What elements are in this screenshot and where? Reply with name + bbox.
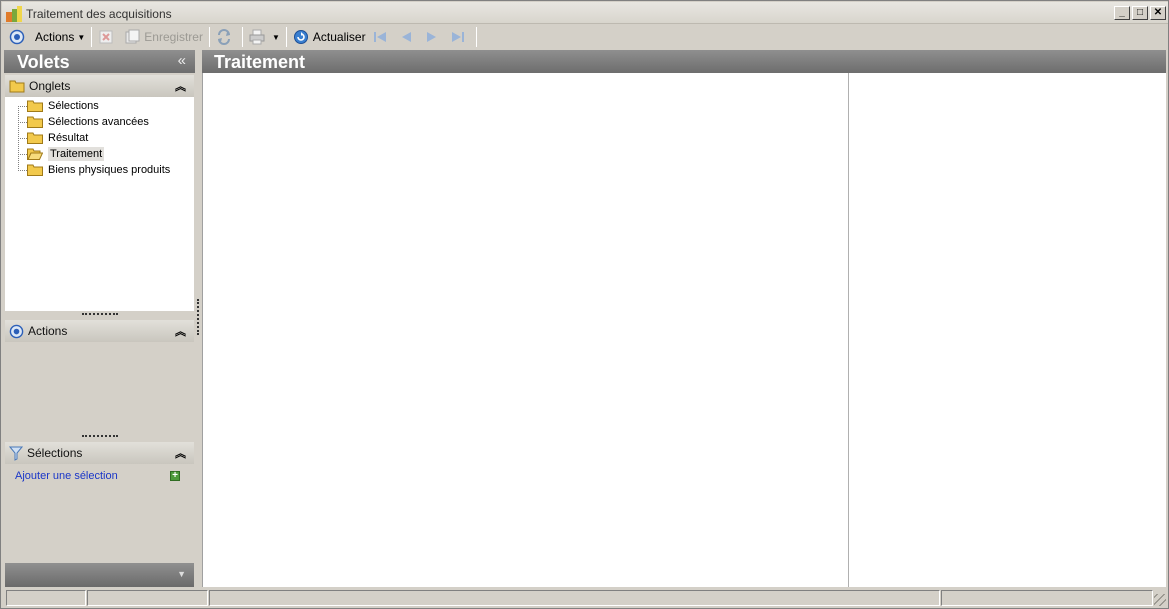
resize-grip[interactable]	[1154, 594, 1166, 606]
status-cell	[6, 590, 86, 606]
folder-open-icon	[27, 148, 43, 160]
selections-title: Sélections	[27, 446, 83, 460]
selections-section-header[interactable]: Sélections ︽	[5, 442, 194, 464]
pane-title: Volets	[17, 52, 70, 72]
pane-splitter[interactable]	[197, 299, 199, 335]
chevron-down-icon: ▼	[271, 32, 280, 42]
tree-item-label: Sélections avancées	[48, 116, 149, 128]
status-bar	[2, 588, 1168, 608]
tree-item-biens-physiques[interactable]: Biens physiques produits	[27, 162, 170, 178]
previous-record-button[interactable]	[395, 26, 421, 48]
folder-icon	[27, 100, 43, 112]
refresh-label: Actualiser	[312, 30, 366, 44]
actions-icon[interactable]	[6, 26, 32, 48]
toolbar-separator	[285, 27, 287, 47]
main-content	[202, 73, 1166, 587]
chevron-up-icon[interactable]: ︽	[175, 323, 186, 339]
title-bar: Traitement des acquisitions _ □ ✕	[2, 2, 1168, 24]
actions-menu-button[interactable]: Actions ▼	[32, 26, 88, 48]
minimize-button[interactable]: _	[1114, 6, 1130, 20]
folder-icon	[27, 132, 43, 144]
add-selection-link[interactable]: Ajouter une sélection	[15, 470, 118, 482]
onglets-title: Onglets	[29, 79, 71, 93]
onglets-section-header[interactable]: Onglets ︽	[5, 75, 194, 97]
main-header: Traitement	[202, 50, 1166, 73]
tree-item-label: Résultat	[48, 132, 89, 144]
last-icon	[451, 32, 464, 42]
last-record-button[interactable]	[447, 26, 473, 48]
folder-icon	[9, 80, 25, 93]
chevron-down-icon: ▼	[77, 32, 86, 42]
next-icon	[426, 32, 436, 42]
toolbar-separator	[241, 27, 243, 47]
first-icon	[373, 32, 386, 42]
status-cell	[941, 590, 1153, 606]
chevron-up-icon[interactable]: ︽	[175, 78, 186, 94]
pane-bottom-bar: ▼	[5, 563, 194, 587]
sync-icon	[217, 29, 230, 45]
window-title: Traitement des acquisitions	[26, 7, 172, 21]
chevron-down-icon[interactable]: ▼	[177, 569, 186, 579]
collapse-pane-button[interactable]: «	[178, 52, 186, 69]
refresh-button[interactable]: Actualiser	[290, 26, 369, 48]
filter-icon	[9, 446, 23, 461]
save-label: Enregistrer	[144, 30, 203, 44]
app-window: Traitement des acquisitions _ □ ✕ Action…	[0, 0, 1169, 609]
toolbar-separator	[475, 27, 477, 47]
tree-item-resultat[interactable]: Résultat	[27, 130, 88, 146]
print-icon	[249, 29, 265, 45]
folder-icon	[27, 116, 43, 128]
toolbar-separator	[91, 27, 93, 47]
status-cell	[209, 590, 940, 606]
tree-item-label: Traitement	[48, 147, 105, 161]
side-pane: Volets « Onglets ︽ Sélections Sélections…	[4, 50, 195, 587]
tabs-tree: Sélections Sélections avancées Résultat …	[5, 97, 194, 311]
pane-header: Volets «	[4, 50, 195, 73]
add-icon[interactable]: +	[170, 471, 180, 481]
maximize-button[interactable]: □	[1132, 6, 1148, 20]
tree-item-traitement[interactable]: Traitement	[27, 146, 105, 162]
actions-section-header[interactable]: Actions ︽	[5, 320, 194, 342]
tree-item-selections-avancees[interactable]: Sélections avancées	[27, 114, 149, 130]
first-record-button[interactable]	[369, 26, 395, 48]
save-icon	[125, 29, 140, 44]
section-splitter[interactable]	[82, 435, 118, 437]
prev-icon	[401, 32, 411, 42]
status-cell	[87, 590, 208, 606]
section-splitter[interactable]	[82, 313, 118, 315]
refresh-icon	[293, 30, 308, 44]
tree-item-selections[interactable]: Sélections	[27, 98, 99, 114]
next-record-button[interactable]	[421, 26, 447, 48]
actions-title: Actions	[28, 324, 68, 338]
app-icon	[6, 6, 22, 22]
actions-menu-label: Actions	[35, 30, 75, 44]
toolbar-separator	[208, 27, 210, 47]
print-button[interactable]: ▼	[246, 26, 283, 48]
tree-item-label: Sélections	[48, 100, 99, 112]
sync-button[interactable]	[213, 26, 239, 48]
tree-item-label: Biens physiques produits	[48, 164, 171, 176]
page-title: Traitement	[214, 52, 306, 72]
folder-icon	[27, 164, 43, 176]
chevron-up-icon[interactable]: ︽	[175, 445, 186, 461]
delete-icon	[99, 30, 113, 44]
save-button[interactable]: Enregistrer	[121, 26, 206, 48]
content-divider	[848, 73, 849, 587]
toolbar: Actions ▼ Enregistrer ▼ Actualiser	[2, 25, 1168, 49]
close-button[interactable]: ✕	[1150, 6, 1166, 20]
actions-icon	[9, 324, 24, 338]
delete-button[interactable]	[95, 26, 121, 48]
